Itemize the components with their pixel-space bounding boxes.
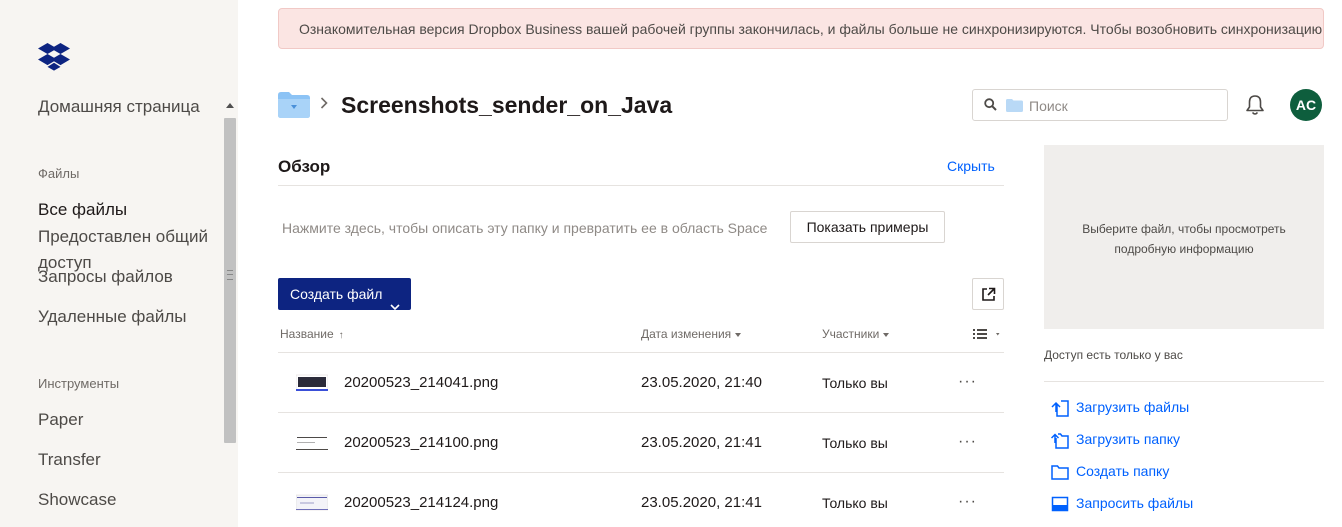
file-modified: 23.05.2020, 21:40 (641, 374, 762, 391)
search-icon (984, 98, 997, 116)
create-file-button[interactable]: Создать файл (278, 278, 411, 311)
image-thumbnail-icon (296, 494, 328, 511)
folder-description-prompt[interactable]: Нажмите здесь, чтобы описать эту папку и… (282, 220, 767, 236)
sidebar-item-showcase[interactable]: Showcase (38, 487, 223, 513)
search-input[interactable] (1029, 96, 1219, 116)
open-external-icon (982, 287, 996, 301)
trial-expired-banner: Ознакомительная версия Dropbox Business … (278, 8, 1324, 49)
folder-icon[interactable] (278, 92, 310, 123)
caret-down-icon (735, 332, 742, 337)
scrollbar-grip-icon (227, 270, 233, 280)
create-file-label: Создать файл (290, 286, 383, 302)
sidebar-item-home[interactable]: Домашняя страница (38, 94, 223, 120)
avatar[interactable]: AC (1290, 89, 1322, 121)
show-examples-button[interactable]: Показать примеры (790, 211, 945, 243)
sidebar-item-paper[interactable]: Paper (38, 407, 223, 433)
sidebar-item-all-files[interactable]: Все файлы (38, 197, 223, 223)
caret-down-icon (883, 332, 890, 337)
image-thumbnail-icon (296, 374, 328, 391)
column-header-members[interactable]: Участники (822, 327, 890, 341)
more-options-icon[interactable]: ··· (958, 433, 977, 451)
column-header-name[interactable]: Название ↑ (280, 327, 344, 341)
search-box[interactable] (972, 89, 1228, 121)
divider (278, 185, 1004, 186)
sidebar-item-transfer[interactable]: Transfer (38, 447, 223, 473)
overview-title: Обзор (278, 157, 331, 176)
chevron-down-icon (390, 290, 400, 322)
column-header-modified[interactable]: Дата изменения (641, 327, 742, 341)
file-name[interactable]: 20200523_214100.png (344, 434, 498, 451)
file-members: Только вы (822, 435, 888, 451)
sidebar-scrollbar[interactable] (222, 100, 238, 527)
details-preview-panel: Выберите файл, чтобы просмотреть подробн… (1044, 145, 1324, 329)
image-thumbnail-icon (296, 435, 328, 450)
page-title: Screenshots_sender_on_Java (341, 92, 673, 118)
upload-folder-icon (1051, 433, 1069, 449)
details-placeholder-text: Выберите файл, чтобы просмотреть подробн… (1082, 222, 1286, 256)
hide-overview-link[interactable]: Скрыть (947, 158, 995, 174)
more-options-icon[interactable]: ··· (958, 373, 977, 391)
file-name[interactable]: 20200523_214124.png (344, 494, 498, 511)
sidebar: Домашняя страница Файлы Все файлы Предос… (0, 0, 238, 527)
open-external-button[interactable] (972, 278, 1004, 310)
scrollbar-thumb[interactable] (224, 118, 236, 443)
sidebar-item-deleted-files[interactable]: Удаленные файлы (38, 304, 223, 330)
file-modified: 23.05.2020, 21:41 (641, 494, 762, 511)
table-row[interactable]: 20200523_214124.png 23.05.2020, 21:41 То… (278, 473, 1004, 527)
dropbox-logo-icon[interactable] (38, 43, 70, 76)
file-members: Только вы (822, 495, 888, 511)
divider (1044, 381, 1324, 382)
table-row[interactable]: 20200523_214100.png 23.05.2020, 21:41 То… (278, 413, 1004, 473)
upload-file-icon (1051, 400, 1069, 417)
access-info: Доступ есть только у вас (1044, 348, 1183, 362)
sidebar-section-tools: Инструменты (38, 376, 120, 391)
table-row[interactable]: 20200523_214041.png 23.05.2020, 21:40 То… (278, 353, 1004, 413)
search-folder-icon (1006, 99, 1023, 117)
banner-text: Ознакомительная версия Dropbox Business … (299, 21, 1323, 37)
new-folder-icon (1051, 465, 1069, 480)
notifications-bell-icon[interactable] (1245, 94, 1265, 121)
scroll-up-arrow-icon[interactable] (226, 103, 234, 108)
breadcrumb-chevron-icon (320, 96, 328, 114)
file-name[interactable]: 20200523_214041.png (344, 374, 498, 391)
sidebar-section-files: Файлы (38, 166, 80, 181)
more-options-icon[interactable]: ··· (958, 493, 977, 511)
sort-ascending-icon: ↑ (338, 330, 344, 341)
request-files-icon (1051, 496, 1069, 512)
view-toggle-list-icon[interactable] (973, 327, 1003, 345)
file-modified: 23.05.2020, 21:41 (641, 434, 762, 451)
file-members: Только вы (822, 375, 888, 391)
